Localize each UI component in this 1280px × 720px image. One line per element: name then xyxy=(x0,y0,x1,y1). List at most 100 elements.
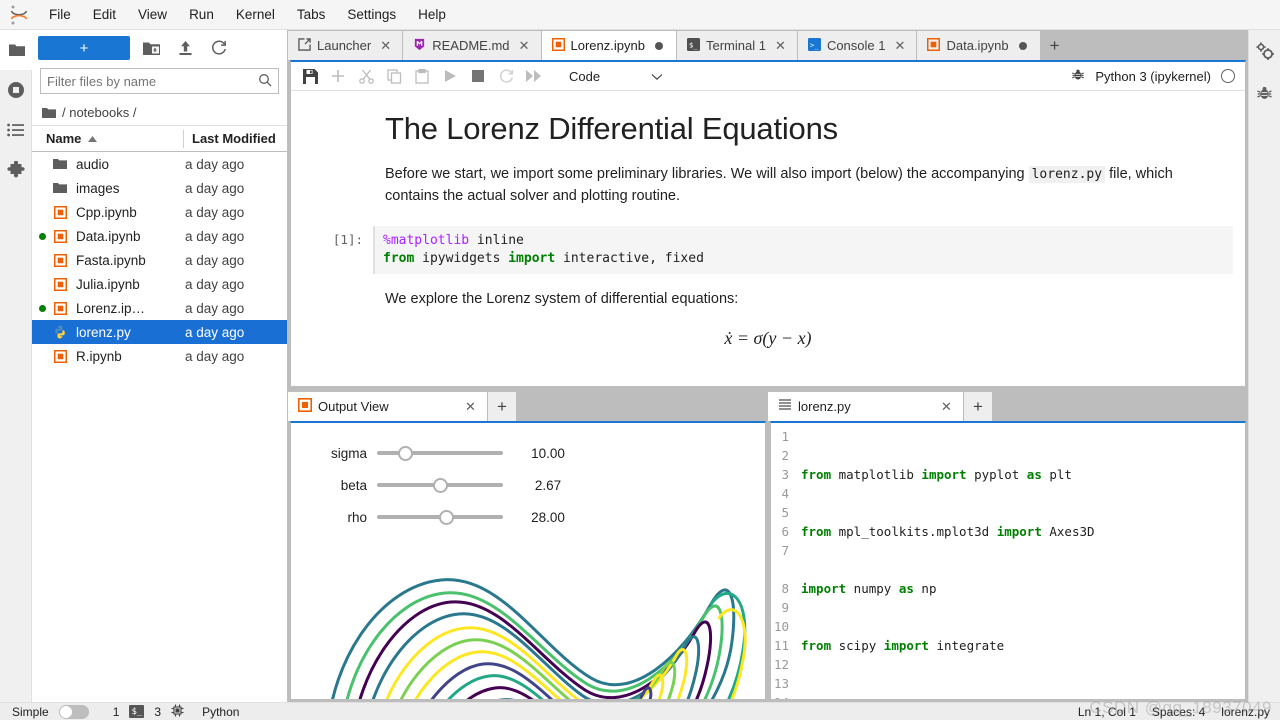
notebook-icon xyxy=(51,349,69,363)
file-editor-panel: lorenz.py ✕ + 123456789101112131415 from… xyxy=(768,391,1248,702)
copy-icon[interactable] xyxy=(381,64,407,88)
sidebar-item-running-terminals[interactable] xyxy=(0,70,32,110)
stop-icon[interactable] xyxy=(465,64,491,88)
sidebar-item-extension-manager[interactable] xyxy=(0,150,32,190)
file-list-item[interactable]: audio a day ago xyxy=(32,152,287,176)
refresh-icon[interactable] xyxy=(206,36,232,60)
run-icon[interactable] xyxy=(437,64,463,88)
file-name: Cpp.ipynb xyxy=(76,204,137,220)
list-icon xyxy=(6,123,24,137)
language-label[interactable]: Python xyxy=(202,705,239,719)
cursor-position[interactable]: Ln 1, Col 1 xyxy=(1078,705,1136,719)
file-modified: a day ago xyxy=(185,180,245,196)
upload-icon[interactable] xyxy=(172,36,198,60)
filter-files-input[interactable] xyxy=(47,73,258,89)
close-icon[interactable]: ✕ xyxy=(938,398,955,415)
indent-spaces[interactable]: Spaces: 4 xyxy=(1152,705,1205,719)
right-activity-bar xyxy=(1248,30,1280,702)
sidebar-item-property-inspector[interactable] xyxy=(1249,30,1280,72)
terminal-icon: $_ xyxy=(129,705,145,718)
new-launcher-button[interactable]: + xyxy=(38,36,130,60)
add-tab-button[interactable]: + xyxy=(964,392,992,421)
filter-files-input-wrapper[interactable] xyxy=(40,68,279,94)
file-list-item[interactable]: Lorenz.ip… a day ago xyxy=(32,296,287,320)
fast-forward-icon[interactable] xyxy=(521,64,547,88)
menu-run[interactable]: Run xyxy=(178,0,225,30)
menu-file[interactable]: File xyxy=(38,0,82,30)
unsaved-changes-indicator[interactable] xyxy=(1015,37,1032,54)
file-editor-body[interactable]: 123456789101112131415 from matplotlib im… xyxy=(770,421,1246,700)
restart-icon[interactable] xyxy=(493,64,519,88)
code-cell-1[interactable]: [1]: %matplotlib inline from ipywidgets … xyxy=(291,225,1245,274)
kernel-count[interactable]: 1 xyxy=(113,705,120,719)
add-tab-button[interactable]: + xyxy=(1041,31,1069,60)
menu-settings[interactable]: Settings xyxy=(336,0,407,30)
simple-mode-toggle[interactable] xyxy=(58,704,89,719)
unsaved-changes-indicator[interactable] xyxy=(651,37,668,54)
tab-output-view[interactable]: Output View ✕ xyxy=(288,392,488,421)
paste-icon[interactable] xyxy=(409,64,435,88)
menu-view[interactable]: View xyxy=(127,0,178,30)
editor-code-content[interactable]: from matplotlib import pyplot as plt fro… xyxy=(793,423,1245,699)
column-header-last-modified[interactable]: Last Modified xyxy=(183,129,287,148)
tab-lorenz-py[interactable]: lorenz.py ✕ xyxy=(768,392,964,421)
line-number: 9 xyxy=(781,600,789,615)
file-list-header: Name Last Modified xyxy=(32,126,287,152)
tab-label: lorenz.py xyxy=(798,399,851,414)
close-icon[interactable]: ✕ xyxy=(462,398,479,415)
column-header-name[interactable]: Name xyxy=(32,131,183,146)
slider-thumb[interactable] xyxy=(439,509,455,525)
slider-thumb[interactable] xyxy=(398,445,414,461)
line-number: 6 xyxy=(781,524,789,539)
breadcrumb[interactable]: / notebooks / xyxy=(32,100,287,126)
editor-line-2: from mpl_toolkits.mplot3d import Axes3D xyxy=(801,524,1095,539)
rho-slider[interactable] xyxy=(377,508,503,526)
file-list-item[interactable]: Cpp.ipynb a day ago xyxy=(32,200,287,224)
close-icon[interactable]: ✕ xyxy=(377,37,394,54)
menu-tabs[interactable]: Tabs xyxy=(286,0,337,30)
close-icon[interactable]: ✕ xyxy=(772,37,789,54)
menu-kernel[interactable]: Kernel xyxy=(225,0,286,30)
add-tab-button[interactable]: + xyxy=(488,392,516,421)
file-list-item[interactable]: Fasta.ipynb a day ago xyxy=(32,248,287,272)
file-list-item[interactable]: R.ipynb a day ago xyxy=(32,344,287,368)
text-editor-icon xyxy=(778,398,792,415)
sigma-slider[interactable] xyxy=(377,444,503,462)
tab-data-ipynb[interactable]: Data.ipynb xyxy=(917,31,1041,60)
menu-help[interactable]: Help xyxy=(407,0,457,30)
terminal-count[interactable]: 3 xyxy=(154,705,161,719)
sidebar-item-table-of-contents[interactable] xyxy=(0,110,32,150)
menu-edit[interactable]: Edit xyxy=(82,0,127,30)
notebook-icon xyxy=(51,301,69,315)
beta-slider[interactable] xyxy=(377,476,503,494)
tab-readme-md[interactable]: README.md ✕ xyxy=(403,31,542,60)
cut-icon[interactable] xyxy=(353,64,379,88)
tab-launcher[interactable]: Launcher ✕ xyxy=(288,31,404,60)
tab-terminal-1[interactable]: $_ Terminal 1 ✕ xyxy=(676,31,798,60)
file-list-item[interactable]: Data.ipynb a day ago xyxy=(32,224,287,248)
bug-icon[interactable] xyxy=(1071,68,1085,85)
file-name: Data.ipynb xyxy=(76,228,141,244)
add-cell-icon[interactable] xyxy=(325,64,351,88)
kernel-name[interactable]: Python 3 (ipykernel) xyxy=(1095,69,1211,84)
simple-mode-label: Simple xyxy=(12,704,49,719)
sidebar-item-debugger[interactable] xyxy=(1249,72,1280,114)
new-folder-icon[interactable] xyxy=(138,36,164,60)
widget-label: beta xyxy=(340,477,367,493)
close-icon[interactable]: ✕ xyxy=(516,37,533,54)
file-list-item[interactable]: Julia.ipynb a day ago xyxy=(32,272,287,296)
cell-type-select[interactable]: Code xyxy=(563,64,667,88)
sidebar-item-file-browser[interactable] xyxy=(0,30,32,70)
tab-lorenz-ipynb[interactable]: Lorenz.ipynb xyxy=(541,31,677,60)
intro-text-a: Before we start, we import some prelimin… xyxy=(385,166,1029,182)
file-name: Lorenz.ip… xyxy=(76,300,146,316)
code-cell-editor[interactable]: %matplotlib inline from ipywidgets impor… xyxy=(373,225,1233,274)
close-icon[interactable]: ✕ xyxy=(891,37,908,54)
file-modified: a day ago xyxy=(185,324,245,340)
save-icon[interactable] xyxy=(297,64,323,88)
file-list-item[interactable]: lorenz.py a day ago xyxy=(32,320,287,344)
tab-console-1[interactable]: >_ Console 1 ✕ xyxy=(797,31,918,60)
intro-paragraph: Before we start, we import some prelimin… xyxy=(291,147,1245,208)
file-list-item[interactable]: images a day ago xyxy=(32,176,287,200)
slider-thumb[interactable] xyxy=(432,477,448,493)
